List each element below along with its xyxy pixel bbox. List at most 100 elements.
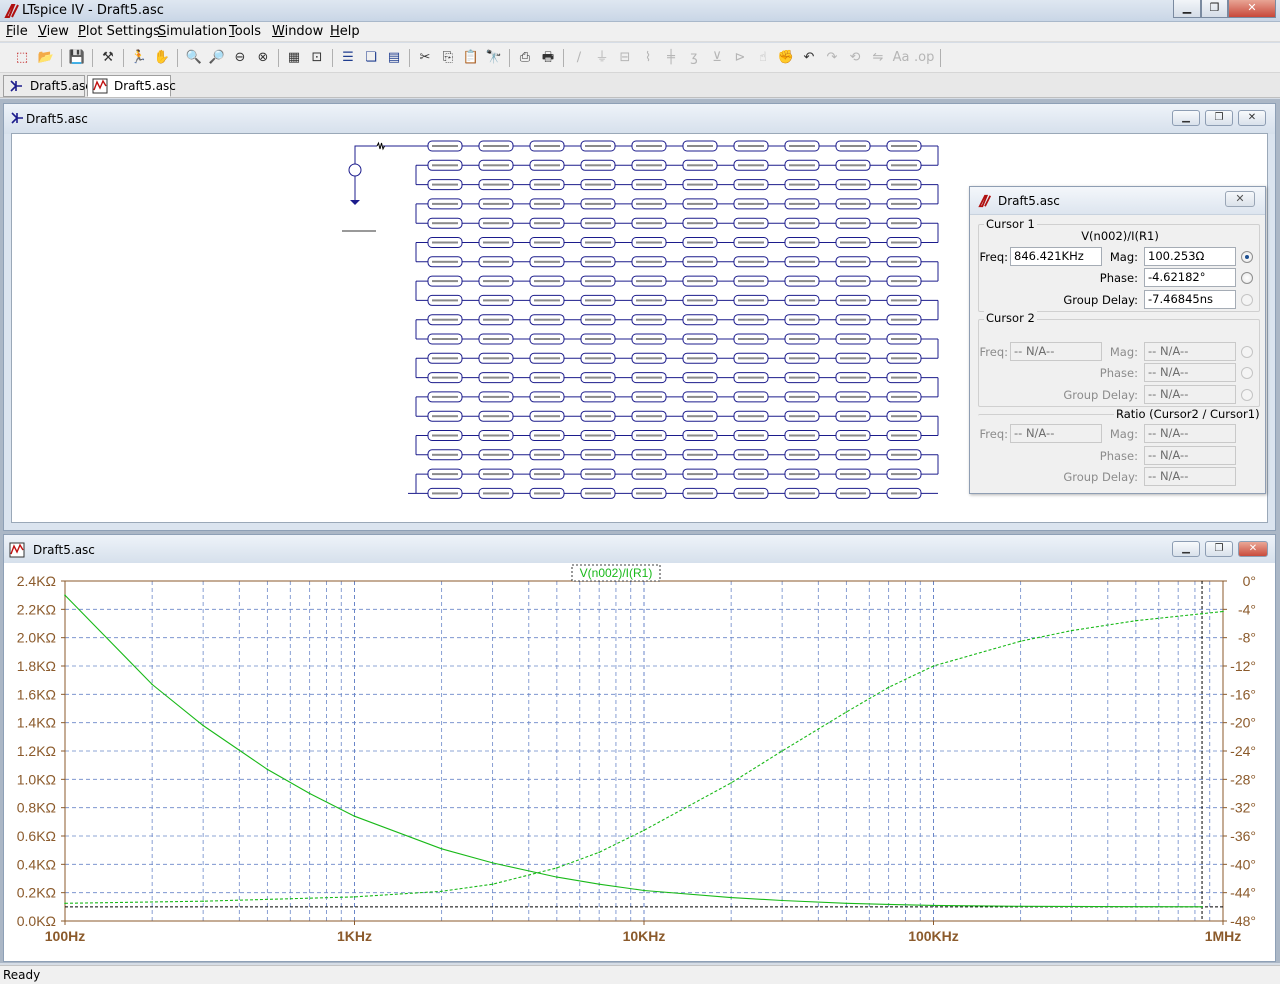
halt-hand-icon[interactable]: ✋: [152, 48, 172, 68]
y-right-tick-label: -40°: [1230, 856, 1256, 872]
resistor-value-mark: [483, 492, 509, 495]
cursor1-phase-radio[interactable]: [1241, 272, 1253, 284]
save-icon[interactable]: 💾: [67, 48, 87, 68]
label-net-icon[interactable]: ⊟: [615, 48, 635, 68]
child-minimize-button[interactable]: ▁: [1172, 110, 1200, 126]
tab-waveform[interactable]: Draft5.asc: [87, 75, 176, 97]
cursor2-group-delay-field[interactable]: -- N/A--: [1144, 385, 1236, 404]
cursor1-group-delay-field[interactable]: -7.46845ns: [1144, 290, 1236, 309]
waveform-icon: [92, 78, 108, 94]
ratio-phase-field[interactable]: -- N/A--: [1144, 446, 1236, 465]
plot-window-title: Draft5.asc: [33, 543, 95, 557]
pan-icon[interactable]: 🔎: [207, 48, 227, 68]
zoom-in-icon[interactable]: 🔍: [184, 48, 204, 68]
menu-file[interactable]: File: [6, 24, 28, 39]
open-folder-icon[interactable]: 📂: [36, 48, 56, 68]
ratio-mag-field[interactable]: -- N/A--: [1144, 424, 1236, 443]
cursor2-phase-radio[interactable]: [1241, 367, 1253, 379]
resistor-value-mark: [789, 376, 815, 379]
dialog-close-button[interactable]: ✕: [1225, 191, 1255, 207]
resistor-value-mark: [840, 299, 866, 302]
capacitor-icon[interactable]: ╪: [661, 48, 681, 68]
ratio-freq-field[interactable]: -- N/A--: [1010, 424, 1102, 443]
print-icon[interactable]: 🖶: [538, 48, 558, 68]
cursor2-freq-field[interactable]: -- N/A--: [1010, 342, 1102, 361]
y-left-tick-label: 0.2KΩ: [17, 885, 56, 901]
redo-icon[interactable]: ↷: [822, 48, 842, 68]
x-tick-label: 1KHz: [337, 928, 372, 944]
resistor-icon[interactable]: ⌇: [638, 48, 658, 68]
tile-horizontal-icon[interactable]: ☰: [338, 48, 358, 68]
menu-help[interactable]: Help: [330, 24, 360, 39]
menu-simulation[interactable]: Simulation: [158, 24, 227, 39]
find-binoculars-icon[interactable]: 🔭: [484, 48, 504, 68]
cursor2-mag-radio[interactable]: [1241, 346, 1253, 358]
resistor-value-mark: [789, 280, 815, 283]
print-preview-icon[interactable]: ⎙: [515, 48, 535, 68]
zoom-out-icon[interactable]: ⊖: [230, 48, 250, 68]
resistor-value-mark: [840, 473, 866, 476]
rotate-icon[interactable]: ⟲: [845, 48, 865, 68]
waveform-icon: [9, 542, 25, 558]
tile-vertical-icon[interactable]: ▤: [384, 48, 404, 68]
wire-icon[interactable]: ∕: [569, 48, 589, 68]
inductor-icon[interactable]: ʒ: [684, 48, 704, 68]
plot-restore-button[interactable]: ❐: [1205, 541, 1233, 557]
y-right-tick-label: -20°: [1230, 715, 1256, 731]
plot-pane[interactable]: 0.0KΩ -48° 0.2KΩ -44° 0.4KΩ -40° 0.6KΩ -36° 0.8K…: [4, 563, 1275, 961]
cursor1-group-delay-radio[interactable]: [1241, 294, 1253, 306]
cursor2-mag-field[interactable]: -- N/A--: [1144, 342, 1236, 361]
bode-plot[interactable]: 0.0KΩ -48° 0.2KΩ -44° 0.4KΩ -40° 0.6KΩ -36° 0.8K…: [4, 563, 1275, 961]
copy-icon[interactable]: ⎘: [438, 48, 458, 68]
resistor-value-mark: [840, 222, 866, 225]
resistor-value-mark: [840, 395, 866, 398]
schematic-window-title: Draft5.asc: [26, 112, 88, 126]
cursor1-mag-radio[interactable]: [1241, 251, 1253, 263]
data-point: [491, 862, 494, 864]
resistor-value-mark: [789, 415, 815, 418]
component-icon[interactable]: ⊳: [730, 48, 750, 68]
zoom-fit-icon[interactable]: ⊗: [253, 48, 273, 68]
child-restore-button[interactable]: ❐: [1205, 110, 1233, 126]
menu-view[interactable]: View: [38, 24, 69, 39]
minimize-button[interactable]: ▁: [1173, 0, 1201, 18]
mirror-icon[interactable]: ⇋: [868, 48, 888, 68]
autorange-icon[interactable]: ▦: [284, 48, 304, 68]
diode-icon[interactable]: ⊻: [707, 48, 727, 68]
cursor2-phase-field[interactable]: -- N/A--: [1144, 363, 1236, 382]
paste-icon[interactable]: 📋: [461, 48, 481, 68]
text-icon[interactable]: Aa: [891, 48, 911, 68]
resistor-value-mark: [687, 260, 713, 263]
move-hand-icon[interactable]: ☝: [753, 48, 773, 68]
close-button[interactable]: ✕: [1228, 0, 1276, 18]
menu-tools[interactable]: Tools: [229, 24, 261, 39]
y-right-tick-label: -24°: [1230, 743, 1256, 759]
plot-minimize-button[interactable]: ▁: [1172, 541, 1200, 557]
control-panel-hammer-icon[interactable]: ⚒: [98, 48, 118, 68]
drag-hand-icon[interactable]: ✊: [776, 48, 796, 68]
zoom-extents-icon[interactable]: ⊡: [307, 48, 327, 68]
cursor1-mag-field[interactable]: 100.253Ω: [1144, 247, 1236, 266]
new-schematic-icon[interactable]: ⬚: [12, 48, 32, 68]
undo-icon[interactable]: ↶: [799, 48, 819, 68]
child-close-button[interactable]: ✕: [1238, 110, 1266, 126]
resistor-value-mark: [687, 338, 713, 340]
ground-icon[interactable]: ⏚: [592, 48, 612, 68]
cursor1-phase-field[interactable]: -4.62182°: [1144, 268, 1236, 287]
cursor2-group-delay-radio[interactable]: [1241, 389, 1253, 401]
maximize-button[interactable]: ❐: [1201, 0, 1228, 18]
spice-directive-icon[interactable]: .op: [914, 48, 934, 68]
cut-icon[interactable]: ✂: [415, 48, 435, 68]
cursor1-freq-field[interactable]: 846.421KHz: [1010, 247, 1102, 266]
run-icon[interactable]: 🏃: [129, 48, 149, 68]
cursor1-mag-label: Mag:: [1109, 250, 1138, 264]
cascade-icon[interactable]: ❏: [361, 48, 381, 68]
menu-window[interactable]: Window: [272, 24, 323, 39]
ratio-group-delay-field[interactable]: -- N/A--: [1144, 467, 1236, 486]
plot-close-button[interactable]: ✕: [1238, 541, 1268, 557]
tab-schematic[interactable]: Draft5.asc: [3, 75, 92, 97]
data-point: [1222, 610, 1224, 613]
resistor-value-mark: [432, 453, 458, 456]
menu-plot-settings[interactable]: Plot Settings: [78, 24, 160, 39]
resistor-value-mark: [483, 318, 509, 321]
